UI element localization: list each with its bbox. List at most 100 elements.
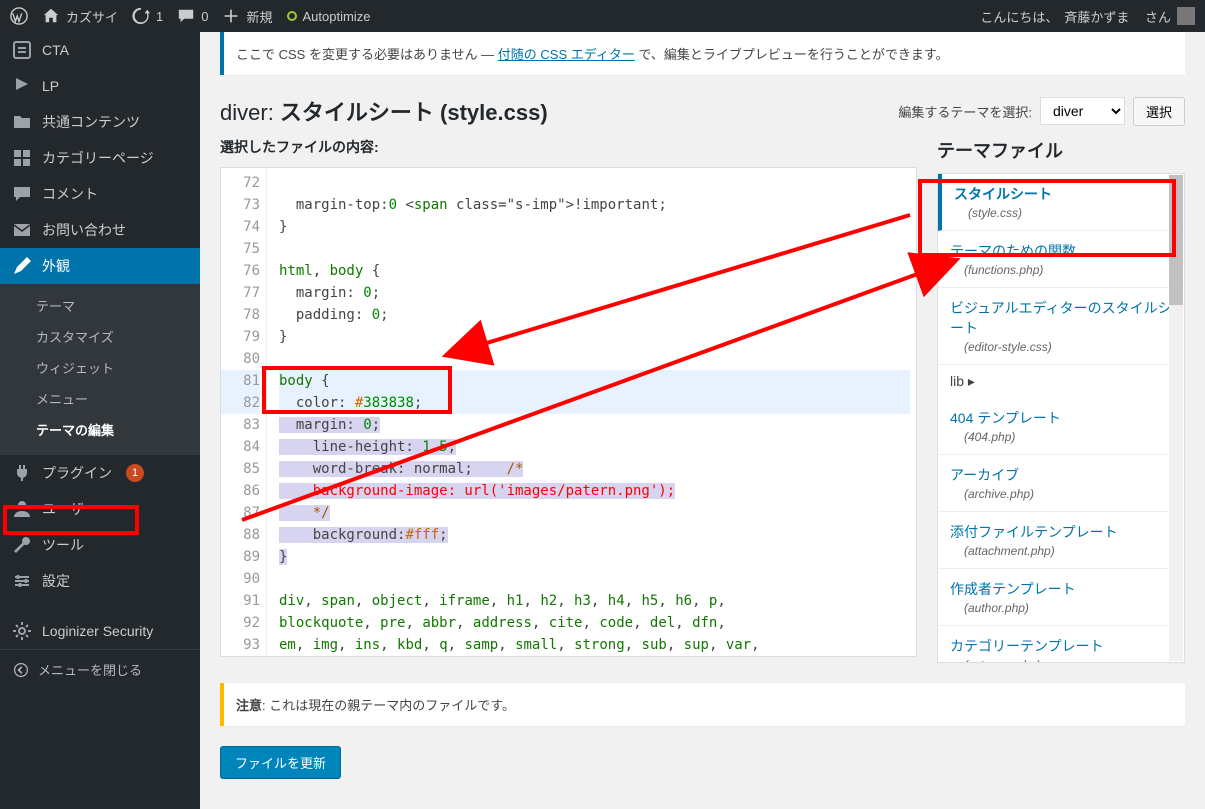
warn-text: : これは現在の親テーマ内のファイルです。 bbox=[262, 698, 515, 713]
file-filename: (editor-style.css) bbox=[950, 340, 1172, 354]
user-greeting[interactable]: こんにちは、 斉藤かずま さん bbox=[980, 7, 1195, 26]
menu-label: 外観 bbox=[42, 256, 70, 276]
warn-label: 注意 bbox=[236, 698, 262, 713]
file-item[interactable]: テーマのための関数 (functions.php) bbox=[938, 231, 1184, 288]
menu-label: ツール bbox=[42, 535, 84, 555]
code-lines[interactable]: margin-top:0 <span class="s-imp">!import… bbox=[273, 168, 916, 657]
menu-loginizer[interactable]: Loginizer Security bbox=[0, 613, 200, 649]
menu-lp[interactable]: LP bbox=[0, 68, 200, 104]
file-filename: (archive.php) bbox=[950, 487, 1172, 501]
line-gutter: 7273747576777879808182838485868788899091… bbox=[221, 168, 267, 656]
notice-link[interactable]: 付随の CSS エディター bbox=[498, 47, 635, 62]
scroll-thumb[interactable] bbox=[1169, 175, 1183, 305]
file-item[interactable]: 作成者テンプレート (author.php) bbox=[938, 569, 1184, 626]
menu-common-contents[interactable]: 共通コンテンツ bbox=[0, 104, 200, 140]
submenu-themes[interactable]: テーマ bbox=[0, 290, 200, 321]
file-item[interactable]: アーカイブ(archive.php) bbox=[938, 455, 1184, 512]
menu-tools[interactable]: ツール bbox=[0, 527, 200, 563]
gear-icon bbox=[12, 621, 32, 641]
notice-post: で、編集とライブプレビューを行うことができます。 bbox=[635, 47, 949, 62]
update-file-button[interactable]: ファイルを更新 bbox=[220, 746, 341, 779]
menu-label: プラグイン bbox=[42, 463, 112, 483]
menu-label: お問い合わせ bbox=[42, 220, 126, 240]
appearance-submenu: テーマ カスタマイズ ウィジェット メニュー テーマの編集 bbox=[0, 284, 200, 455]
menu-label: 共通コンテンツ bbox=[42, 112, 140, 132]
file-name: テーマのための関数 bbox=[950, 241, 1172, 261]
new-content[interactable]: 新規 bbox=[222, 7, 272, 26]
file-name: ビジュアルエディターのスタイルシート bbox=[950, 298, 1172, 338]
file-name: カテゴリーテンプレート bbox=[950, 636, 1172, 656]
editor-left: 選択したファイルの内容: 727374757677787980818283848… bbox=[220, 137, 917, 663]
collapse-icon bbox=[12, 661, 30, 679]
file-item[interactable]: ビジュアルエディターのスタイルシート (editor-style.css) bbox=[938, 288, 1184, 365]
avatar bbox=[1177, 7, 1195, 25]
menu-label: ユーザー bbox=[42, 499, 98, 519]
autoptimize-label: Autoptimize bbox=[303, 9, 371, 24]
page-title: diver: スタイルシート (style.css) bbox=[220, 95, 548, 127]
file-name: 添付ファイルテンプレート bbox=[950, 522, 1172, 542]
menu-comments[interactable]: コメント bbox=[0, 176, 200, 212]
settings-icon bbox=[12, 571, 32, 591]
wp-logo[interactable] bbox=[10, 7, 28, 25]
submenu-customize[interactable]: カスタマイズ bbox=[0, 321, 200, 352]
menu-label: Loginizer Security bbox=[42, 623, 153, 639]
menu-appearance[interactable]: 外観 bbox=[0, 248, 200, 284]
adminbar-left: カズサイ 1 0 新規 Autoptimize bbox=[10, 7, 370, 26]
menu-label: LP bbox=[42, 78, 59, 94]
select-label: 編集するテーマを選択: bbox=[898, 102, 1032, 121]
notice-pre: ここで CSS を変更する必要はありません — bbox=[236, 47, 498, 62]
menu-label: 設定 bbox=[42, 571, 70, 591]
submenu-widgets[interactable]: ウィジェット bbox=[0, 352, 200, 383]
file-item[interactable]: 404 テンプレート (404.php) bbox=[938, 398, 1184, 455]
updates-count: 1 bbox=[156, 9, 163, 24]
user-icon bbox=[12, 499, 32, 519]
theme-files-title: テーマファイル bbox=[937, 137, 1185, 163]
autoptimize-icon bbox=[287, 11, 297, 21]
file-filename: (404.php) bbox=[950, 430, 1172, 444]
select-button[interactable]: 選択 bbox=[1133, 97, 1185, 126]
collapse-label: メニューを閉じる bbox=[38, 660, 142, 679]
menu-cta[interactable]: CTA bbox=[0, 32, 200, 68]
file-item[interactable]: カテゴリーテンプレート(category.php) bbox=[938, 626, 1184, 663]
comments-count: 0 bbox=[201, 9, 208, 24]
autoptimize[interactable]: Autoptimize bbox=[287, 9, 371, 24]
submenu-theme-editor[interactable]: テーマの編集 bbox=[0, 414, 200, 445]
menu-category-page[interactable]: カテゴリーページ bbox=[0, 140, 200, 176]
user-name: 斉藤かずま bbox=[1064, 7, 1129, 26]
css-notice: ここで CSS を変更する必要はありません — 付随の CSS エディター で、… bbox=[220, 32, 1185, 75]
san: さん bbox=[1145, 7, 1171, 26]
lp-icon bbox=[12, 76, 32, 96]
menu-label: コメント bbox=[42, 184, 98, 204]
plugin-icon bbox=[12, 463, 32, 483]
cta-icon bbox=[12, 40, 32, 60]
file-folder[interactable]: lib ▸ bbox=[938, 365, 1184, 398]
file-filename: (author.php) bbox=[950, 601, 1172, 615]
site-name[interactable]: カズサイ bbox=[42, 7, 118, 26]
file-name: 作成者テンプレート bbox=[950, 579, 1172, 599]
menu-users[interactable]: ユーザー bbox=[0, 491, 200, 527]
site-title: カズサイ bbox=[66, 7, 118, 26]
submenu-menus[interactable]: メニュー bbox=[0, 383, 200, 414]
admin-bar: カズサイ 1 0 新規 Autoptimize こんにちは、 斉藤かずま さん bbox=[0, 0, 1205, 32]
plugin-badge: 1 bbox=[126, 464, 144, 482]
comment-icon bbox=[12, 184, 32, 204]
theme-select[interactable]: diver bbox=[1040, 97, 1125, 125]
file-item[interactable]: 添付ファイルテンプレート(attachment.php) bbox=[938, 512, 1184, 569]
menu-settings[interactable]: 設定 bbox=[0, 563, 200, 599]
comments-top[interactable]: 0 bbox=[177, 7, 208, 25]
menu-contact[interactable]: お問い合わせ bbox=[0, 212, 200, 248]
updates[interactable]: 1 bbox=[132, 7, 163, 25]
file-filename: (functions.php) bbox=[950, 263, 1172, 277]
greeting: こんにちは、 bbox=[980, 7, 1058, 26]
file-item[interactable]: スタイルシート(style.css) bbox=[938, 174, 1184, 231]
code-editor[interactable]: 7273747576777879808182838485868788899091… bbox=[220, 167, 917, 657]
parent-theme-notice: 注意: これは現在の親テーマ内のファイルです。 bbox=[220, 683, 1185, 726]
adminbar-right: こんにちは、 斉藤かずま さん bbox=[980, 7, 1195, 26]
subhead: 選択したファイルの内容: bbox=[220, 137, 917, 157]
file-name: 404 テンプレート bbox=[950, 408, 1172, 428]
menu-plugins[interactable]: プラグイン 1 bbox=[0, 455, 200, 491]
file-filename: (style.css) bbox=[954, 206, 1172, 220]
theme-select-area: 編集するテーマを選択: diver 選択 bbox=[898, 97, 1185, 126]
grid-icon bbox=[12, 148, 32, 168]
collapse-menu[interactable]: メニューを閉じる bbox=[0, 649, 200, 689]
